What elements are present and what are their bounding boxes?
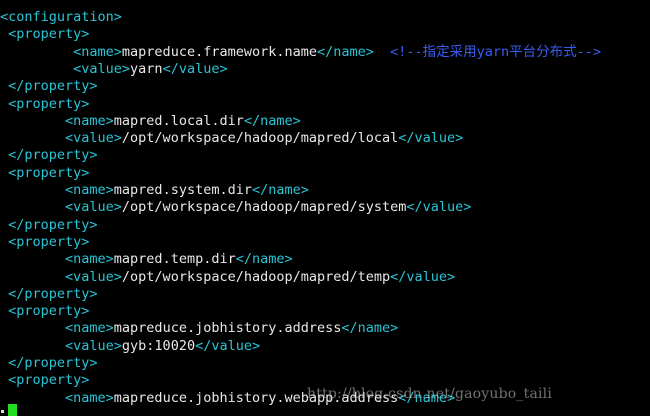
xml-text: mapred.system.dir (113, 182, 252, 198)
xml-tag: </property> (0, 216, 98, 233)
terminal-window[interactable]: <configuration> <property> <name>mapredu… (0, 0, 650, 416)
code-line: <value>gyb:10020</value> (0, 338, 260, 355)
xml-tag: <value> (0, 268, 122, 285)
xml-tag: </name> (235, 251, 293, 268)
xml-tag: <name> (0, 112, 114, 129)
xml-tag: <property> (0, 233, 90, 250)
code-line: <value>/opt/workspace/hadoop/mapred/syst… (0, 199, 471, 216)
xml-text: mapred.local.dir (113, 112, 244, 129)
code-line: <property> (0, 165, 89, 182)
xml-tag: </name> (251, 182, 309, 198)
code-line: <property> (0, 26, 89, 43)
code-line: </property> (0, 78, 98, 95)
xml-tag: <configuration> (0, 9, 122, 25)
xml-tag: </property> (0, 285, 98, 302)
xml-tag: <name> (0, 182, 114, 198)
xml-tag: </property> (0, 355, 98, 371)
xml-tag: </name> (341, 320, 399, 337)
xml-tag: </property> (0, 147, 98, 164)
xml-text: /opt/workspace/hadoop/mapred/local (121, 130, 399, 147)
xml-tag: </property> (0, 78, 98, 95)
code-line: <value>/opt/workspace/hadoop/mapred/loca… (0, 130, 463, 147)
xml-tag: <property> (0, 26, 90, 43)
code-line: </property> (0, 355, 98, 372)
xml-comment: <!--指定采用yarn平台分布式--> (373, 43, 602, 60)
xml-tag: <property> (0, 372, 90, 389)
xml-tag: </value> (398, 130, 464, 147)
code-line: <value>yarn</value> (0, 60, 228, 78)
xml-tag: <property> (0, 164, 90, 181)
code-line: <property> (0, 372, 89, 389)
xml-tag: </value> (162, 60, 228, 77)
xml-tag: <property> (0, 95, 90, 112)
xml-tag: </value> (195, 337, 261, 354)
xml-text: mapred.temp.dir (113, 251, 236, 268)
status-dot (1, 410, 4, 413)
code-line: </property> (0, 285, 98, 303)
xml-tag: </name> (243, 112, 301, 129)
code-line: <name>mapreduce.framework.name</name> <!… (0, 44, 601, 61)
xml-text: gyb:10020 (121, 337, 196, 354)
code-line: </property> (0, 147, 98, 164)
code-line: <name>mapred.temp.dir</name> (0, 251, 293, 268)
xml-tag: <value> (0, 337, 122, 354)
xml-text: mapreduce.jobhistory.address (113, 320, 342, 337)
code-line: <property> (0, 96, 89, 113)
xml-tag: <property> (0, 303, 90, 320)
code-line: <value>/opt/workspace/hadoop/mapred/temp… (0, 269, 455, 286)
xml-tag: <name> (0, 251, 114, 268)
xml-tag: </value> (390, 268, 456, 285)
xml-tag: <name> (0, 320, 114, 337)
xml-tag: <name> (0, 389, 114, 406)
code-line: </property> (0, 216, 98, 234)
xml-tag: <value> (0, 199, 122, 216)
blog-watermark: http://blog.csdn.net/gaoyubo_taili (307, 386, 553, 402)
xml-tag: </name> (317, 43, 374, 60)
code-line: <property> (0, 234, 89, 251)
code-line: <configuration> (0, 9, 122, 26)
code-line: <name>mapreduce.jobhistory.address</name… (0, 320, 398, 337)
xml-text: yarn (130, 60, 163, 77)
xml-tag: <name> (0, 43, 122, 60)
code-line: <property> (0, 303, 89, 320)
code-line: <name>mapred.local.dir</name> (0, 113, 301, 130)
code-line: <name>mapred.system.dir</name> (0, 182, 309, 199)
xml-text: /opt/workspace/hadoop/mapred/temp (121, 268, 391, 285)
xml-tag: </value> (406, 199, 472, 216)
xml-tag: <value> (0, 130, 122, 147)
xml-tag: <value> (0, 60, 131, 77)
xml-text: /opt/workspace/hadoop/mapred/system (121, 199, 407, 216)
terminal-cursor (8, 404, 17, 416)
xml-text: mapreduce.framework.name (121, 43, 317, 60)
